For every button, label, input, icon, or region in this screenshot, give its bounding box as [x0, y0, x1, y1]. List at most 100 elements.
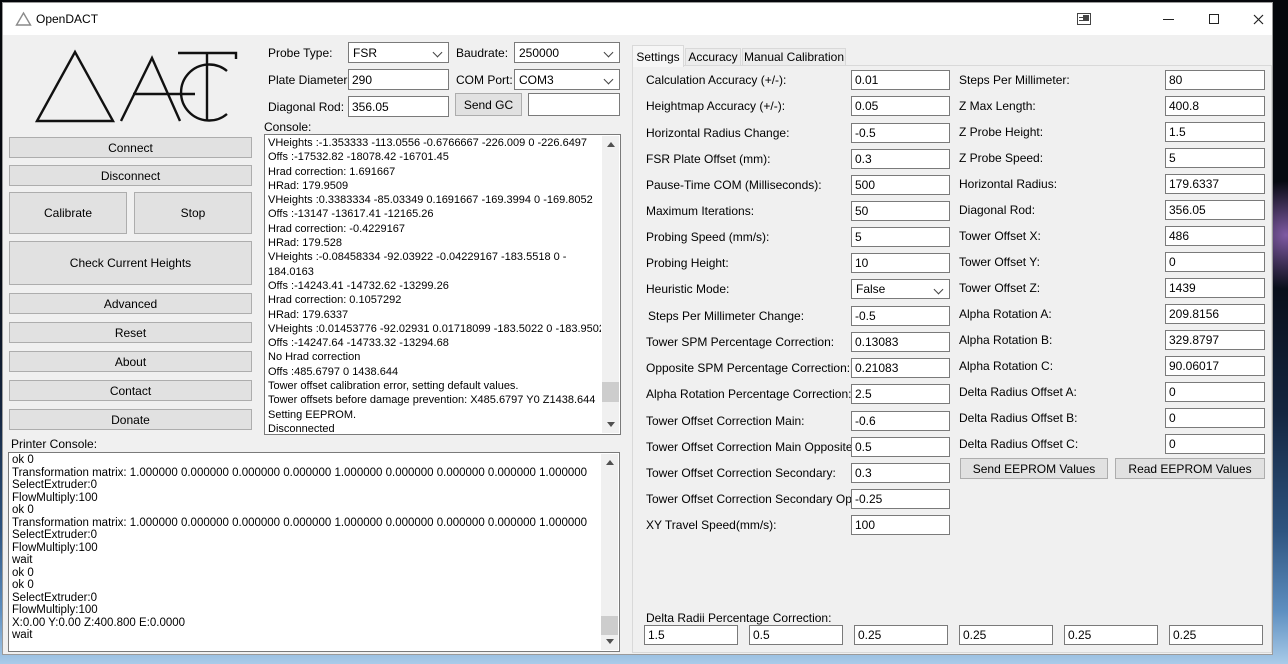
- contact-button[interactable]: Contact: [9, 380, 252, 401]
- heuristic-mode-combo[interactable]: False: [851, 279, 950, 299]
- scroll-up-icon[interactable]: [601, 454, 618, 471]
- close-icon: [1253, 14, 1264, 25]
- heightmap-accuracy-input[interactable]: [851, 96, 950, 116]
- steps-per-millimeter-label: Steps Per Millimeter:: [959, 73, 1070, 87]
- baudrate-value: 250000: [519, 46, 559, 60]
- probing-speed-input[interactable]: [851, 227, 950, 247]
- z-probe-height-input[interactable]: [1165, 122, 1265, 142]
- chevron-down-icon: [604, 48, 614, 58]
- dact-logo: [31, 47, 243, 132]
- tower-offset-x-input[interactable]: [1165, 226, 1265, 246]
- donate-button[interactable]: Donate: [9, 409, 252, 430]
- tab-accuracy[interactable]: Accuracy: [685, 48, 741, 66]
- steps-per-mm-change-label: Steps Per Millimeter Change:: [648, 309, 804, 323]
- steps-per-mm-change-input[interactable]: [851, 306, 950, 326]
- diagonal-rod-setting-label: Diagonal Rod:: [959, 203, 1035, 217]
- tower-spm-correction-label: Tower SPM Percentage Correction:: [646, 335, 834, 349]
- opposite-spm-correction-input[interactable]: [851, 358, 950, 378]
- calibrate-button[interactable]: Calibrate: [9, 192, 127, 234]
- title-bar[interactable]: OpenDACT: [3, 3, 1272, 35]
- delta-radii-input-3[interactable]: [854, 625, 948, 645]
- delta-radii-input-2[interactable]: [749, 625, 843, 645]
- tower-offset-correction-secondary-opp-input[interactable]: [851, 489, 950, 509]
- pause-time-com-input[interactable]: [851, 175, 950, 195]
- probing-height-input[interactable]: [851, 253, 950, 273]
- chevron-down-icon: [604, 75, 614, 85]
- delta-radii-input-4[interactable]: [959, 625, 1053, 645]
- baudrate-combo[interactable]: 250000: [514, 42, 620, 63]
- console-output[interactable]: VHeights :-1.353333 -113.0556 -0.6766667…: [264, 134, 621, 435]
- gcode-input[interactable]: [528, 93, 620, 116]
- z-probe-speed-input[interactable]: [1165, 148, 1265, 168]
- delta-radii-input-5[interactable]: [1064, 625, 1158, 645]
- fsr-plate-offset-input[interactable]: [851, 149, 950, 169]
- delta-radius-offset-a-input[interactable]: [1165, 382, 1265, 402]
- xy-travel-speed-input[interactable]: [851, 515, 950, 535]
- minimize-button[interactable]: [1146, 3, 1191, 35]
- alpha-rotation-c-input[interactable]: [1165, 356, 1265, 376]
- pause-time-com-label: Pause-Time COM (Milliseconds):: [646, 178, 822, 192]
- plate-diameter-label: Plate Diameter:: [268, 73, 351, 87]
- stop-button[interactable]: Stop: [134, 192, 252, 234]
- advanced-button[interactable]: Advanced: [9, 293, 252, 314]
- delta-radii-input-6[interactable]: [1169, 625, 1263, 645]
- scroll-down-icon[interactable]: [601, 633, 618, 650]
- scrollbar-thumb[interactable]: [602, 382, 619, 402]
- send-eeprom-values-button[interactable]: Send EEPROM Values: [960, 458, 1108, 479]
- reset-button[interactable]: Reset: [9, 322, 252, 343]
- alpha-rotation-b-label: Alpha Rotation B:: [959, 333, 1052, 347]
- connect-button[interactable]: Connect: [9, 137, 252, 158]
- probe-type-combo[interactable]: FSR: [348, 42, 449, 63]
- heightmap-accuracy-label: Heightmap Accuracy (+/-):: [646, 99, 785, 113]
- check-current-heights-button[interactable]: Check Current Heights: [9, 241, 252, 285]
- calculation-accuracy-input[interactable]: [851, 70, 950, 90]
- printer-console-scrollbar[interactable]: [601, 454, 618, 650]
- tower-offset-correction-secondary-input[interactable]: [851, 463, 950, 483]
- horizontal-radius-change-input[interactable]: [851, 123, 950, 143]
- about-button[interactable]: About: [9, 351, 252, 372]
- z-max-length-input[interactable]: [1165, 96, 1265, 116]
- close-button[interactable]: [1236, 3, 1281, 35]
- com-port-combo[interactable]: COM3: [514, 69, 620, 90]
- steps-per-millimeter-input[interactable]: [1165, 70, 1265, 90]
- diagonal-rod-setting-input[interactable]: [1165, 200, 1265, 220]
- console-scrollbar[interactable]: [602, 136, 619, 433]
- send-gc-button[interactable]: Send GC: [455, 93, 522, 116]
- maximize-icon: [1209, 14, 1219, 24]
- tower-offset-correction-main-opposite-input[interactable]: [851, 437, 950, 457]
- alpha-rotation-correction-label: Alpha Rotation Percentage Correction:: [646, 387, 851, 401]
- disconnect-button[interactable]: Disconnect: [9, 165, 252, 186]
- titlebar-widget-icon[interactable]: [1077, 13, 1091, 25]
- horizontal-radius-input[interactable]: [1165, 174, 1265, 194]
- z-probe-height-label: Z Probe Height:: [959, 125, 1043, 139]
- read-eeprom-values-button[interactable]: Read EEPROM Values: [1115, 458, 1265, 479]
- tab-settings[interactable]: Settings: [632, 45, 684, 67]
- delta-radius-offset-c-input[interactable]: [1165, 434, 1265, 454]
- printer-console-output[interactable]: ok 0 Transformation matrix: 1.000000 0.0…: [8, 452, 620, 652]
- delta-radius-offset-b-input[interactable]: [1165, 408, 1265, 428]
- chevron-down-icon: [433, 48, 443, 58]
- tower-offset-correction-main-input[interactable]: [851, 411, 950, 431]
- alpha-rotation-correction-input[interactable]: [851, 384, 950, 404]
- alpha-rotation-b-input[interactable]: [1165, 330, 1265, 350]
- tower-offset-z-input[interactable]: [1165, 278, 1265, 298]
- scroll-up-icon[interactable]: [602, 136, 619, 153]
- delta-radii-correction-label: Delta Radii Percentage Correction:: [646, 611, 831, 625]
- diagonal-rod-input[interactable]: [348, 96, 449, 117]
- scroll-down-icon[interactable]: [602, 416, 619, 433]
- delta-radii-input-1[interactable]: [644, 625, 738, 645]
- maximum-iterations-label: Maximum Iterations:: [646, 204, 754, 218]
- console-label: Console:: [264, 120, 311, 134]
- xy-travel-speed-label: XY Travel Speed(mm/s):: [646, 518, 777, 532]
- tower-spm-correction-input[interactable]: [851, 332, 950, 352]
- maximum-iterations-input[interactable]: [851, 201, 950, 221]
- tower-offset-y-input[interactable]: [1165, 252, 1265, 272]
- plate-diameter-input[interactable]: [348, 69, 449, 90]
- alpha-rotation-a-label: Alpha Rotation A:: [959, 307, 1052, 321]
- maximize-button[interactable]: [1191, 3, 1236, 35]
- delta-radius-offset-b-label: Delta Radius Offset B:: [959, 411, 1078, 425]
- diagonal-rod-label: Diagonal Rod:: [268, 100, 344, 114]
- tab-manual-calibration[interactable]: Manual Calibration: [742, 48, 846, 66]
- alpha-rotation-a-input[interactable]: [1165, 304, 1265, 324]
- probe-type-label: Probe Type:: [268, 46, 333, 60]
